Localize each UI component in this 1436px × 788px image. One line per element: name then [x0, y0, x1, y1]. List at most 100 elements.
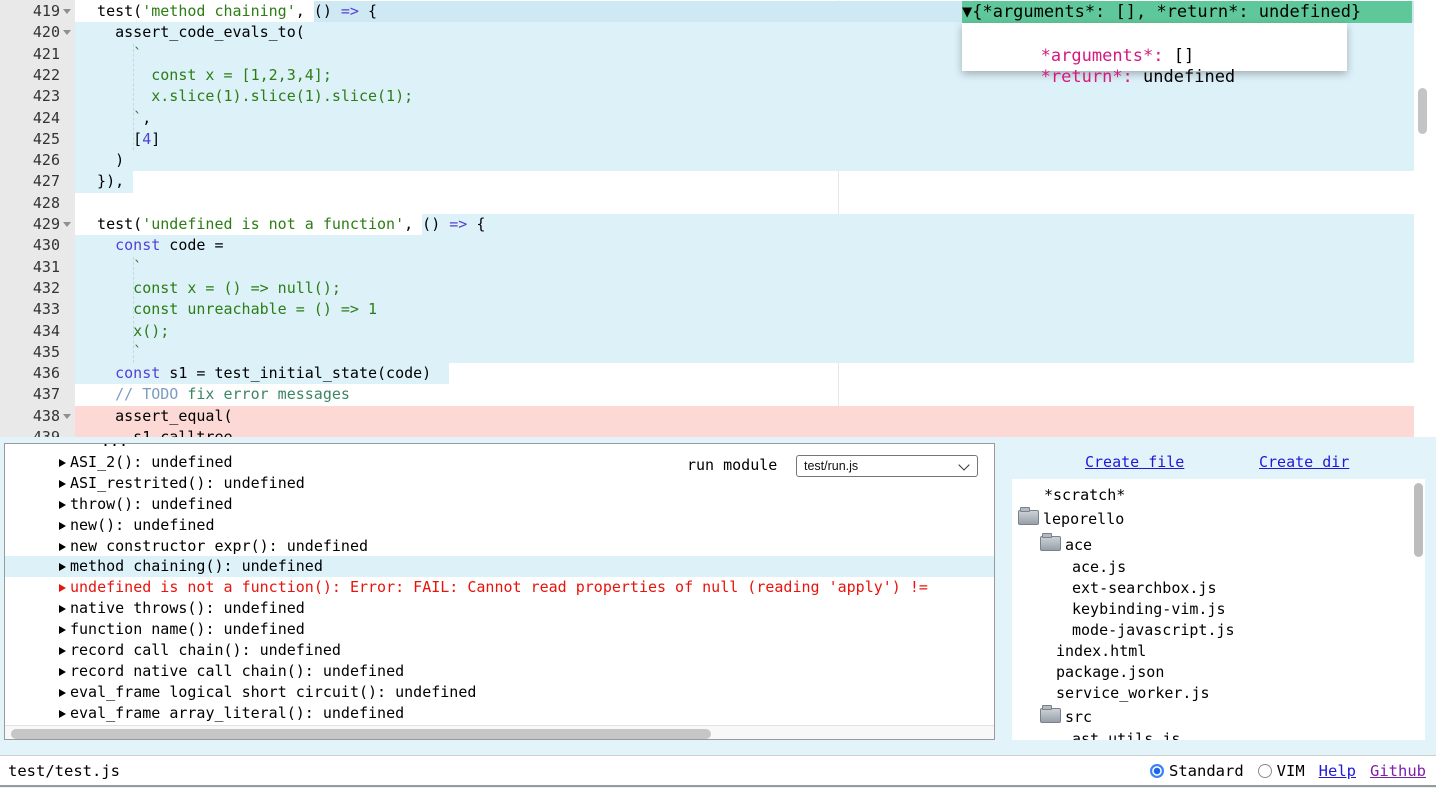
tooltip-key: *arguments*:: [1041, 46, 1164, 66]
tree-folder-ace[interactable]: ace: [1012, 534, 1425, 556]
expand-arrow-icon[interactable]: [59, 605, 66, 613]
tree-file-ace.js[interactable]: ace.js: [1012, 556, 1425, 578]
code-line-437[interactable]: // TODO fix error messages: [0, 384, 1414, 405]
radio-standard-icon[interactable]: [1150, 764, 1164, 778]
test-result-item[interactable]: record native call chain(): undefined: [5, 661, 995, 682]
code-line-text: const x = () => null();: [79, 278, 341, 299]
test-result-item[interactable]: function name(): undefined: [5, 619, 995, 640]
expand-arrow-icon[interactable]: [59, 522, 66, 530]
keybinding-standard-option[interactable]: Standard: [1150, 762, 1244, 780]
code-line-431[interactable]: `: [0, 257, 1414, 278]
fold-arrow-icon[interactable]: [63, 30, 71, 35]
code-line-423[interactable]: x.slice(1).slice(1).slice(1);: [0, 86, 1414, 107]
gutter-line-425: 425: [0, 129, 75, 151]
code-line-434[interactable]: x();: [0, 321, 1414, 342]
test-result-item[interactable]: undefined is not a function(): Error: FA…: [5, 577, 995, 598]
help-link[interactable]: Help: [1319, 762, 1356, 780]
status-bar: test/test.js Standard VIM Help Github: [0, 755, 1436, 787]
code-line-427[interactable]: }),: [0, 171, 1414, 192]
results-horizontal-scrollbar[interactable]: [5, 725, 994, 740]
code-line-429[interactable]: test('undefined is not a function', () =…: [0, 214, 1414, 235]
code-line-424[interactable]: `,: [0, 108, 1414, 129]
code-line-text: // TODO fix error messages: [79, 384, 350, 405]
tree-file-*scratch*[interactable]: *scratch*: [1012, 484, 1425, 506]
code-token: x.slice(1).slice(1).slice(1);: [79, 87, 413, 105]
tree-folder-src[interactable]: src: [1012, 706, 1425, 728]
tooltip-entry-arguments[interactable]: *arguments*: []: [969, 25, 1347, 46]
results-scrollbar-thumb[interactable]: [11, 729, 711, 739]
code-line-435[interactable]: `: [0, 342, 1414, 363]
tree-file-ext-searchbox.js[interactable]: ext-searchbox.js: [1012, 577, 1425, 599]
tree-file-keybinding-vim.js[interactable]: keybinding-vim.js: [1012, 598, 1425, 620]
value-inspector-header[interactable]: ▼{*arguments*: [], *return*: undefined}: [962, 1, 1412, 23]
code-line-text: test('method chaining', () => {: [79, 1, 377, 22]
code-token: {: [467, 215, 485, 233]
gutter-line-422: 422: [0, 65, 75, 87]
run-module-selected-value: test/run.js: [804, 459, 858, 473]
expand-arrow-icon[interactable]: [59, 501, 66, 509]
expand-arrow-icon[interactable]: [59, 563, 66, 571]
code-token: [79, 385, 115, 403]
code-line-436[interactable]: const s1 = test_initial_state(code): [0, 363, 1414, 384]
fold-arrow-icon[interactable]: [63, 414, 71, 419]
tree-file-ast_utils.js[interactable]: ast_utils.js: [1012, 728, 1425, 740]
editor-vertical-scrollbar[interactable]: [1418, 88, 1427, 134]
expand-arrow-icon[interactable]: [59, 710, 66, 718]
code-token: 'undefined is not a function': [142, 215, 404, 233]
code-line-425[interactable]: [4]: [0, 129, 1414, 150]
tooltip-value: undefined: [1143, 67, 1235, 87]
keybinding-vim-option[interactable]: VIM: [1258, 762, 1305, 780]
github-link[interactable]: Github: [1370, 762, 1426, 780]
test-result-item[interactable]: ...: [5, 443, 995, 452]
fold-arrow-icon[interactable]: [63, 9, 71, 14]
test-result-item[interactable]: method chaining(): undefined: [5, 556, 995, 577]
expand-arrow-icon[interactable]: [59, 543, 66, 551]
code-token: [79, 364, 115, 382]
code-line-428[interactable]: [0, 193, 1414, 214]
expand-arrow-icon[interactable]: [59, 668, 66, 676]
test-result-item[interactable]: throw(): undefined: [5, 494, 995, 515]
fold-arrow-icon[interactable]: [63, 222, 71, 227]
expand-arrow-icon[interactable]: [59, 626, 66, 634]
gutter-line-430: 430: [0, 235, 75, 257]
tree-file-mode-javascript.js[interactable]: mode-javascript.js: [1012, 619, 1425, 641]
expand-arrow-icon[interactable]: [59, 584, 66, 592]
indent-guide: [133, 257, 134, 363]
gutter-line-439: 439: [0, 427, 75, 437]
test-result-item[interactable]: eval_frame array_literal(): undefined: [5, 703, 995, 724]
file-panel-header: Create file Create dir: [1012, 443, 1425, 479]
code-line-426[interactable]: ): [0, 150, 1414, 171]
file-tree-scrollbar[interactable]: [1414, 483, 1423, 557]
test-result-item[interactable]: new(): undefined: [5, 515, 995, 536]
expand-arrow-icon[interactable]: [59, 647, 66, 655]
create-dir-link[interactable]: Create dir: [1259, 453, 1349, 471]
test-result-item[interactable]: eval_frame logical short circuit(): unde…: [5, 682, 995, 703]
tree-file-index.html[interactable]: index.html: [1012, 640, 1425, 662]
code-token: ]: [151, 130, 160, 148]
test-result-item[interactable]: new constructor expr(): undefined: [5, 536, 995, 557]
tree-folder-leporello[interactable]: leporello: [1012, 508, 1425, 530]
gutter-line-434: 434: [0, 321, 75, 343]
gutter-line-431: 431: [0, 257, 75, 279]
test-result-item[interactable]: native throws(): undefined: [5, 598, 995, 619]
run-module-label: run module: [687, 456, 777, 474]
indent-guide: [133, 44, 134, 150]
code-line-439[interactable]: s1.calltree ...: [0, 427, 1414, 437]
expand-arrow-icon[interactable]: [59, 689, 66, 697]
code-line-430[interactable]: const code =: [0, 235, 1414, 256]
tree-file-service_worker.js[interactable]: service_worker.js: [1012, 682, 1425, 704]
expand-arrow-icon[interactable]: [59, 459, 66, 467]
test-result-item[interactable]: record call chain(): undefined: [5, 640, 995, 661]
code-line-text: s1.calltree ...: [79, 427, 269, 437]
code-token: =>: [449, 215, 467, 233]
code-line-432[interactable]: const x = () => null();: [0, 278, 1414, 299]
radio-vim-icon[interactable]: [1258, 764, 1272, 778]
folder-icon: [1040, 536, 1061, 551]
expand-arrow-icon[interactable]: [59, 480, 66, 488]
code-line-433[interactable]: const unreachable = () => 1: [0, 299, 1414, 320]
code-line-438[interactable]: assert_equal(: [0, 406, 1414, 427]
run-module-select[interactable]: test/run.js: [796, 455, 978, 477]
code-token: const unreachable = () => 1: [79, 300, 377, 318]
tree-file-package.json[interactable]: package.json: [1012, 661, 1425, 683]
create-file-link[interactable]: Create file: [1085, 453, 1184, 471]
